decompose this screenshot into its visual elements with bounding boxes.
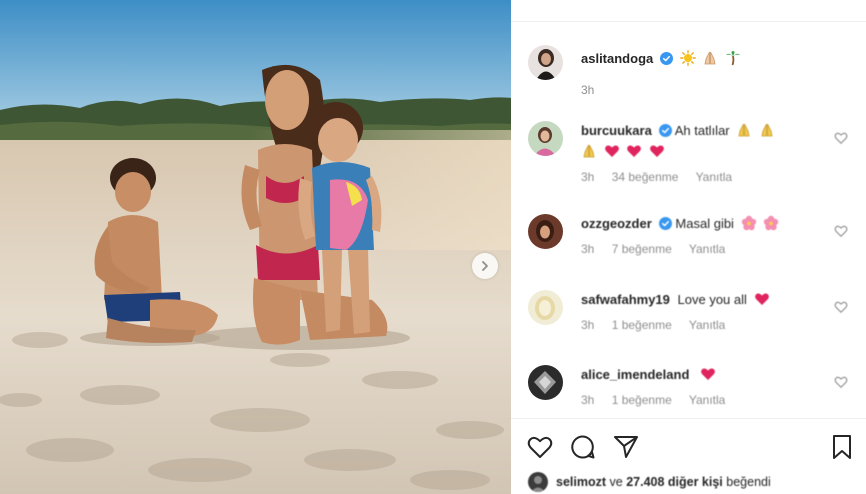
heart-emoji-icon <box>604 145 619 157</box>
carousel-next-button[interactable] <box>472 253 498 279</box>
folded-hands-icon <box>704 51 716 65</box>
caption-timestamp[interactable]: 3h <box>581 83 594 97</box>
sun-icon <box>679 50 696 66</box>
owner-username[interactable]: aslitandoga <box>581 51 653 66</box>
comment-text: Ah tatlılar <box>674 123 730 138</box>
like-comment-heart-icon[interactable] <box>834 224 848 238</box>
comment-text: Love you all <box>677 292 747 307</box>
verified-badge-icon <box>659 52 673 65</box>
likes-others-count[interactable]: 27.408 diğer kişi <box>626 475 723 489</box>
reply-button[interactable]: Yanıtla <box>696 170 732 184</box>
folded-hands-icon <box>738 123 750 137</box>
cherry-blossom-icon <box>741 215 756 231</box>
owner-avatar[interactable] <box>528 45 563 80</box>
comment-like-count[interactable]: 7 beğenme <box>612 242 672 256</box>
comment-time[interactable]: 3h <box>581 318 594 332</box>
header-divider <box>511 0 866 22</box>
comment-item: alice_imendeland 3h 1 beğenme Yanıtla <box>528 365 858 421</box>
comment-item: burcuukara Ah tatlılar 3h 34 beğenme Yan… <box>528 121 858 193</box>
comment-time[interactable]: 3h <box>581 242 594 256</box>
like-comment-heart-icon[interactable] <box>834 131 848 145</box>
comment-username[interactable]: alice_imendeland <box>581 367 689 382</box>
beach-family-photo <box>0 0 511 494</box>
share-icon[interactable] <box>612 433 640 461</box>
heart-emoji-icon <box>701 368 715 380</box>
cherry-blossom-icon <box>764 215 779 231</box>
bookmark-icon[interactable] <box>828 433 856 461</box>
comment-item: safwafahmy19 Love you all 3h 1 beğenme Y… <box>528 290 858 346</box>
likes-summary[interactable]: selimozt ve 27.408 diğer kişi beğendi <box>528 471 771 493</box>
verified-badge-icon <box>658 217 672 230</box>
first-liker-username[interactable]: selimozt <box>556 475 606 489</box>
like-comment-heart-icon[interactable] <box>834 300 848 314</box>
post-actions-bar: selimozt ve 27.408 diğer kişi beğendi <box>511 418 866 494</box>
comment-like-count[interactable]: 1 beğenme <box>612 318 672 332</box>
heart-emoji-icon <box>754 293 769 305</box>
likes-suffix: beğendi <box>726 475 771 489</box>
liker-avatar <box>528 472 548 492</box>
reply-button[interactable]: Yanıtla <box>689 242 725 256</box>
comment-username[interactable]: safwafahmy19 <box>581 292 670 307</box>
comment-text: Masal gibi <box>675 216 734 231</box>
comment-time[interactable]: 3h <box>581 170 594 184</box>
reply-button[interactable]: Yanıtla <box>689 318 725 332</box>
comment-time[interactable]: 3h <box>581 393 594 407</box>
reply-button[interactable]: Yanıtla <box>689 393 725 407</box>
commenter-avatar[interactable] <box>528 365 563 400</box>
commenter-avatar[interactable] <box>528 121 563 156</box>
post-caption: aslitandoga 3h <box>528 45 858 105</box>
comment-username[interactable]: burcuukara <box>581 123 652 138</box>
commenter-avatar[interactable] <box>528 214 563 249</box>
post-side-panel: aslitandoga 3h burcuukara Ah tatlılar 3h… <box>511 0 866 494</box>
commenter-avatar[interactable] <box>528 290 563 325</box>
like-comment-heart-icon[interactable] <box>834 375 848 389</box>
comment-item: ozzgeozder Masal gibi 3h 7 beğenme Yanıt… <box>528 214 858 270</box>
verified-badge-icon <box>658 124 672 137</box>
comment-icon[interactable] <box>569 433 597 461</box>
folded-hands-icon <box>761 123 773 137</box>
likes-connector: ve <box>609 475 623 489</box>
heart-emoji-icon <box>627 145 642 157</box>
folded-hands-icon <box>583 144 595 158</box>
comment-like-count[interactable]: 34 beğenme <box>612 170 679 184</box>
comment-username[interactable]: ozzgeozder <box>581 216 652 231</box>
heart-emoji-icon <box>649 145 664 157</box>
palm-tree-icon <box>725 51 740 66</box>
post-photo <box>0 0 511 494</box>
heart-outline-icon[interactable] <box>526 433 554 461</box>
comment-like-count[interactable]: 1 beğenme <box>612 393 672 407</box>
chevron-right-icon <box>482 261 488 271</box>
